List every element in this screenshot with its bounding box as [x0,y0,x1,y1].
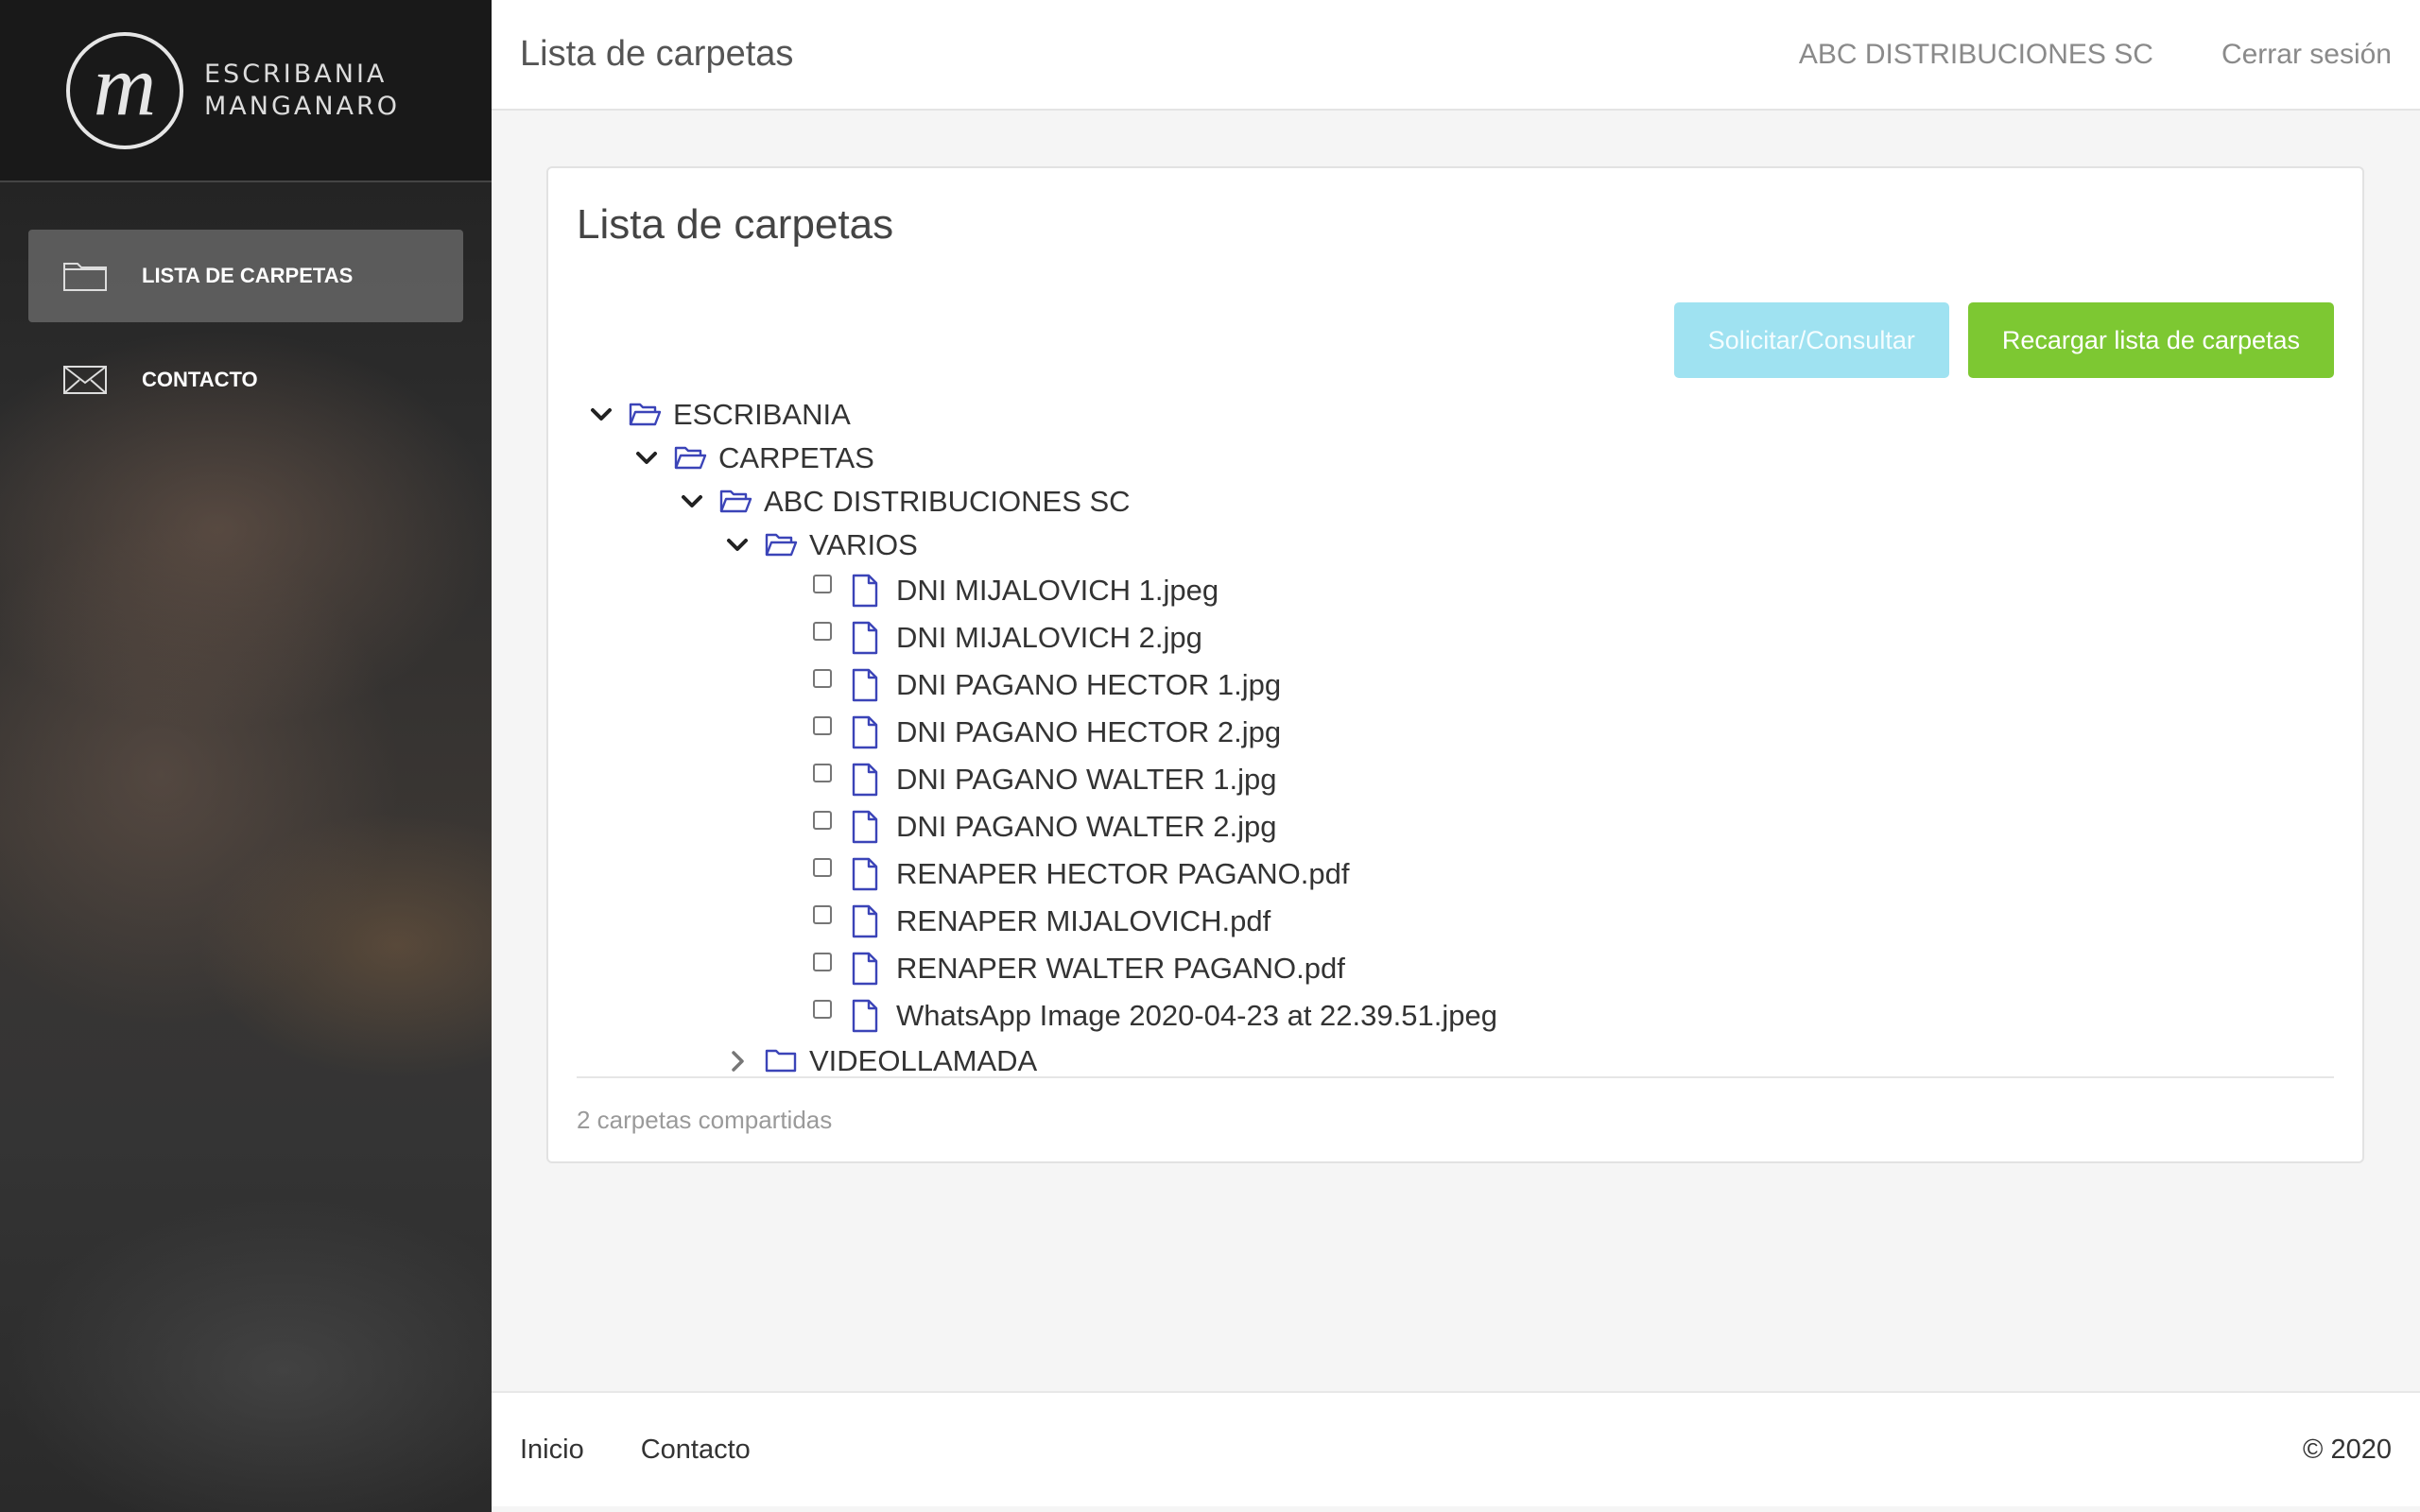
chevron-down-icon[interactable] [722,530,752,560]
folder-open-icon [764,530,798,560]
file-icon [851,763,879,797]
page-footer: Inicio Contacto © 2020 [492,1391,2420,1506]
chevron-down-icon[interactable] [677,487,707,517]
file-icon [851,715,879,749]
card-actions: Solicitar/Consultar Recargar lista de ca… [577,302,2334,378]
file-checkbox[interactable] [813,905,832,924]
tree-file-item[interactable]: DNI PAGANO WALTER 1.jpg [577,756,2334,803]
tree-node-label: VIDEOLLAMADA [809,1044,1038,1077]
file-icon [851,574,879,608]
logo-monogram: m [66,31,183,149]
file-name: DNI MIJALOVICH 2.jpg [896,621,1202,654]
folder-tree: ESCRIBANIA CARPETAS ABC DISTRIBUCIONES S… [577,393,2334,1083]
footer-link-inicio[interactable]: Inicio [520,1435,584,1466]
chevron-down-icon[interactable] [586,400,616,430]
folder-icon [764,1046,798,1076]
tree-file-item[interactable]: DNI PAGANO WALTER 2.jpg [577,803,2334,850]
tree-node-carpetas[interactable]: CARPETAS [577,437,2334,480]
folder-open-icon [628,400,662,430]
file-name: RENAPER WALTER PAGANO.pdf [896,952,1345,985]
tree-file-item[interactable]: DNI PAGANO HECTOR 2.jpg [577,709,2334,756]
tree-file-item[interactable]: DNI PAGANO HECTOR 1.jpg [577,662,2334,709]
file-checkbox[interactable] [813,953,832,971]
file-checkbox[interactable] [813,575,832,593]
file-name: DNI MIJALOVICH 1.jpeg [896,574,1219,607]
logout-link[interactable]: Cerrar sesión [2221,39,2392,71]
sidebar-nav: LISTA DE CARPETAS CONTACTO [0,230,492,426]
sidebar-item-contacto[interactable]: CONTACTO [28,334,463,426]
logo-text: ESCRIBANIA MANGANARO [204,59,400,123]
brand-logo[interactable]: m ESCRIBANIA MANGANARO [0,0,492,182]
file-checkbox[interactable] [813,1000,832,1019]
tree-node-label: ESCRIBANIA [673,398,851,431]
tree-file-item[interactable]: DNI MIJALOVICH 1.jpeg [577,567,2334,614]
tree-file-item[interactable]: RENAPER HECTOR PAGANO.pdf [577,850,2334,898]
tree-file-item[interactable]: DNI MIJALOVICH 2.jpg [577,614,2334,662]
file-checkbox[interactable] [813,669,832,688]
chevron-right-icon[interactable] [722,1046,752,1076]
file-name: WhatsApp Image 2020-04-23 at 22.39.51.jp… [896,999,1497,1032]
folder-icon [62,260,108,292]
card-footer: 2 carpetas compartidas [577,1076,2334,1161]
logo-text-line1: ESCRIBANIA [204,59,388,89]
folder-open-icon [718,487,752,517]
tree-node-label: ABC DISTRIBUCIONES SC [764,485,1131,518]
shared-folders-count: 2 carpetas compartidas [577,1105,833,1134]
folders-card: Lista de carpetas Solicitar/Consultar Re… [546,166,2364,1163]
file-icon [851,621,879,655]
request-button[interactable]: Solicitar/Consultar [1673,302,1949,378]
file-checkbox[interactable] [813,811,832,830]
file-icon [851,904,879,938]
file-icon [851,810,879,844]
file-name: RENAPER MIJALOVICH.pdf [896,904,1271,937]
envelope-icon [62,364,108,396]
file-icon [851,857,879,891]
sidebar: m ESCRIBANIA MANGANARO LISTA DE CARPETAS [0,0,492,1512]
file-name: DNI PAGANO WALTER 1.jpg [896,763,1277,796]
file-name: DNI PAGANO HECTOR 1.jpg [896,668,1282,701]
sidebar-item-lista-de-carpetas[interactable]: LISTA DE CARPETAS [28,230,463,322]
tree-node-client[interactable]: ABC DISTRIBUCIONES SC [577,480,2334,524]
user-account-link[interactable]: ABC DISTRIBUCIONES SC [1799,39,2153,71]
tree-file-item[interactable]: RENAPER WALTER PAGANO.pdf [577,945,2334,992]
card-title: Lista de carpetas [577,201,894,248]
file-name: RENAPER HECTOR PAGANO.pdf [896,857,1350,890]
reload-folders-button[interactable]: Recargar lista de carpetas [1967,302,2334,378]
footer-link-contacto[interactable]: Contacto [641,1435,751,1466]
tree-node-label: VARIOS [809,528,918,561]
tree-node-varios[interactable]: VARIOS [577,524,2334,567]
logo-text-line2: MANGANARO [204,91,401,121]
file-checkbox[interactable] [813,764,832,782]
file-checkbox[interactable] [813,716,832,735]
file-checkbox[interactable] [813,622,832,641]
page-title: Lista de carpetas [520,34,794,74]
sidebar-item-label: LISTA DE CARPETAS [142,264,354,287]
file-name: DNI PAGANO HECTOR 2.jpg [896,715,1282,748]
file-name: DNI PAGANO WALTER 2.jpg [896,810,1277,843]
file-icon [851,952,879,986]
file-icon [851,668,879,702]
chevron-down-icon[interactable] [631,443,662,473]
tree-file-item[interactable]: WhatsApp Image 2020-04-23 at 22.39.51.jp… [577,992,2334,1040]
file-icon [851,999,879,1033]
tree-file-item[interactable]: RENAPER MIJALOVICH.pdf [577,898,2334,945]
folder-open-icon [673,443,707,473]
top-header: Lista de carpetas ABC DISTRIBUCIONES SC … [492,0,2420,111]
tree-node-escribania[interactable]: ESCRIBANIA [577,393,2334,437]
copyright: © 2020 [2303,1434,2392,1465]
tree-node-label: CARPETAS [718,441,874,474]
file-checkbox[interactable] [813,858,832,877]
sidebar-item-label: CONTACTO [142,368,258,391]
